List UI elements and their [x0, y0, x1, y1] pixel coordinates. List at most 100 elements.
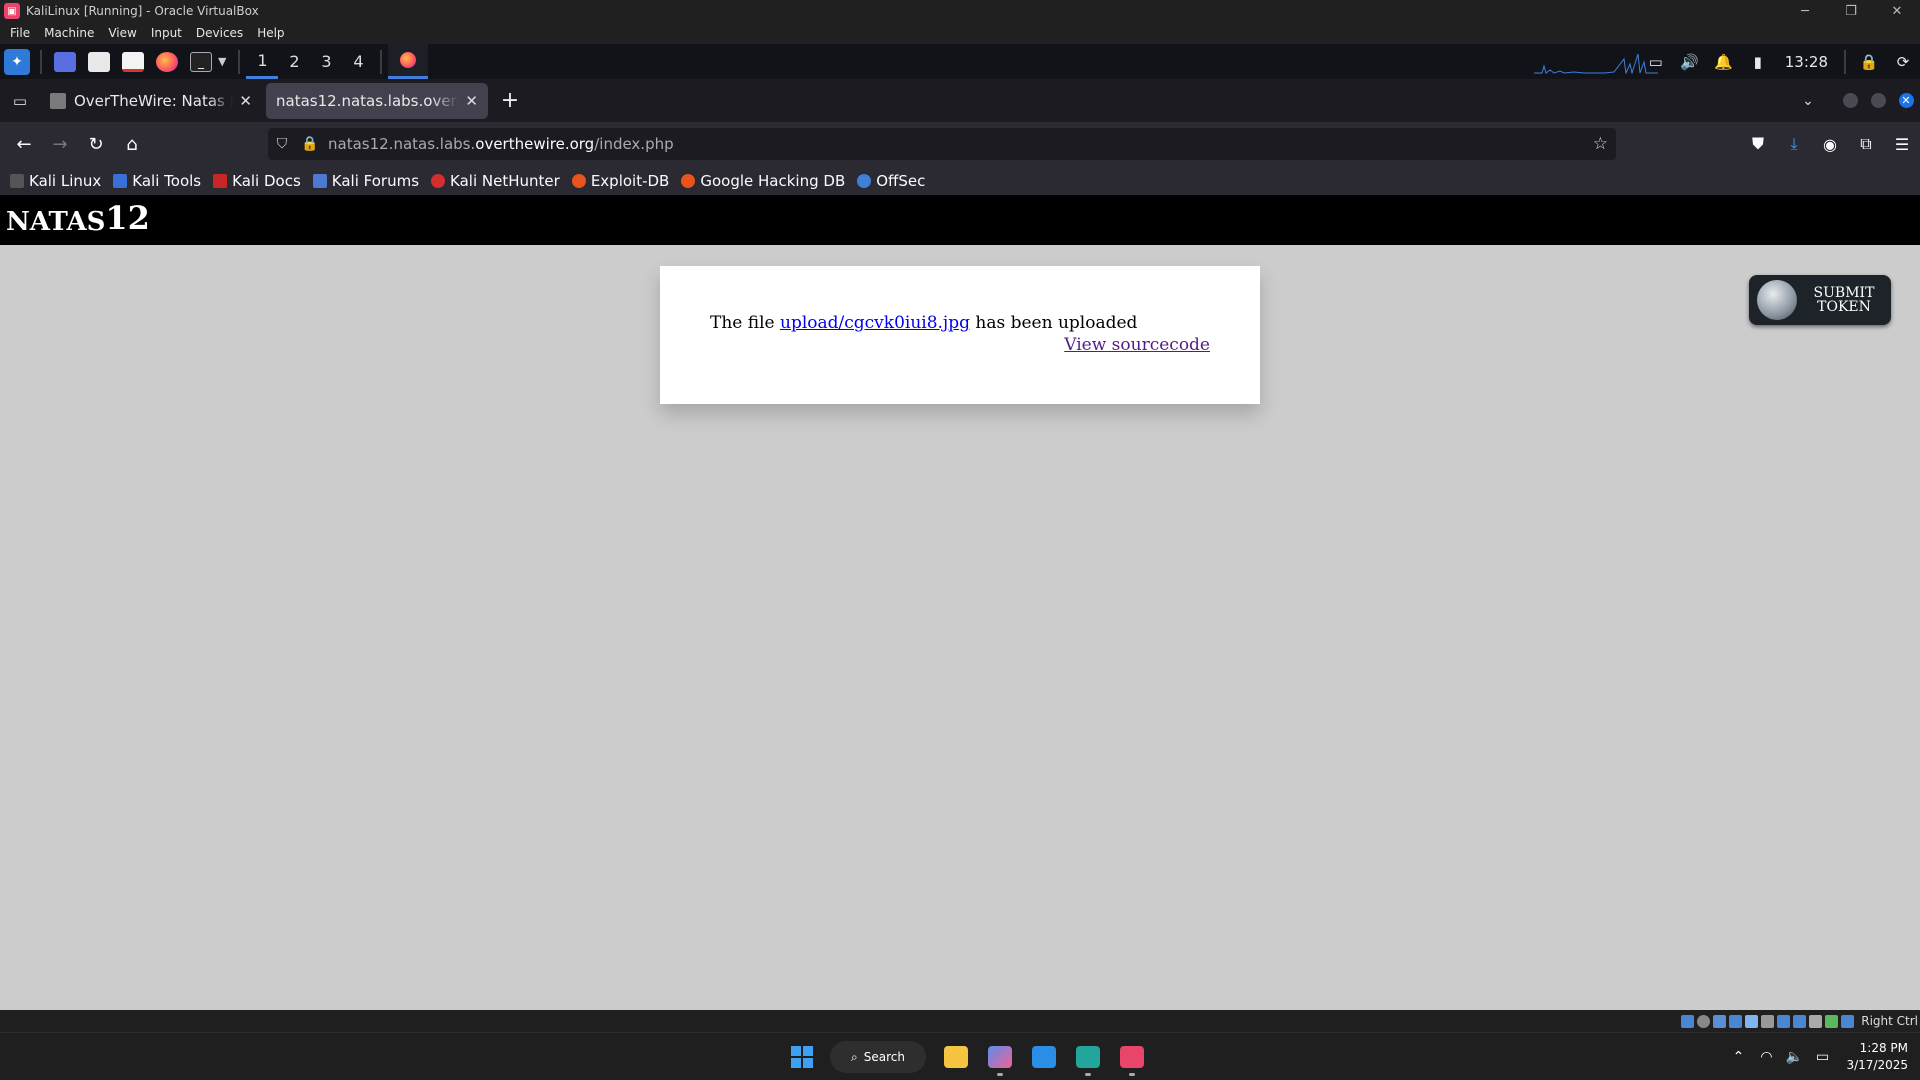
- menu-help[interactable]: Help: [257, 26, 284, 40]
- cpu-status-icon[interactable]: [1808, 1014, 1822, 1028]
- window-minimize-button[interactable]: [1836, 79, 1864, 122]
- display-status-icon[interactable]: [1776, 1014, 1790, 1028]
- panel-clock[interactable]: 13:28: [1775, 53, 1838, 71]
- terminal-icon[interactable]: _: [190, 51, 212, 72]
- display-icon[interactable]: ▭: [1639, 44, 1673, 79]
- windows-taskbar: ⌕ Search ⌃ ◠ 🔈 ▭ 1:28 PM 3/17/2025: [0, 1032, 1920, 1080]
- clock-time: 1:28 PM: [1859, 1041, 1908, 1055]
- submit-token-button[interactable]: SUBMIT TOKEN: [1749, 275, 1891, 325]
- tab-overthewire[interactable]: OverTheWire: Natas Level 13 ✕: [40, 83, 262, 119]
- logout-icon[interactable]: ⟳: [1886, 44, 1920, 79]
- audio-status-icon[interactable]: [1712, 1014, 1726, 1028]
- pocket-icon[interactable]: ⛊: [1740, 122, 1776, 166]
- tracking-shield-icon[interactable]: ⛉: [268, 136, 296, 152]
- running-indicator: [1129, 1073, 1135, 1076]
- padlock-icon[interactable]: 🔒: [296, 136, 324, 152]
- bookmark-exploit-db[interactable]: Exploit-DB: [571, 172, 669, 190]
- window-maximize-button[interactable]: [1864, 79, 1892, 122]
- workspace-4[interactable]: 4: [342, 44, 374, 79]
- taskbar-paint[interactable]: [980, 1037, 1020, 1077]
- view-sourcecode-link[interactable]: View sourcecode: [710, 335, 1210, 355]
- minimize-button[interactable]: ─: [1782, 0, 1828, 22]
- workspace-3[interactable]: 3: [310, 44, 342, 79]
- tab-natas12[interactable]: natas12.natas.labs.overthewire.org ✕: [266, 82, 488, 119]
- search-label: Search: [863, 1050, 905, 1064]
- bookmark-label: Kali Tools: [132, 171, 202, 190]
- content-box: The file upload/cgcvk0iui8.jpg has been …: [660, 266, 1260, 404]
- kali-menu-button[interactable]: ✦: [0, 44, 34, 79]
- menu-machine[interactable]: Machine: [44, 26, 94, 40]
- forward-button[interactable]: →: [42, 126, 78, 162]
- uploaded-file-link[interactable]: upload/cgcvk0iui8.jpg: [780, 313, 970, 333]
- mouse-integration-icon[interactable]: [1840, 1014, 1854, 1028]
- home-button[interactable]: ⌂: [114, 126, 150, 162]
- workspace-2[interactable]: 2: [278, 44, 310, 79]
- nethunter-icon: [431, 173, 446, 188]
- battery-icon[interactable]: ▭: [1808, 1049, 1836, 1065]
- page-title: NATAS 12: [0, 195, 1920, 245]
- menu-input[interactable]: Input: [151, 26, 182, 40]
- speaker-icon[interactable]: 🔈: [1780, 1049, 1808, 1065]
- show-desktop-icon[interactable]: [54, 51, 76, 72]
- file-manager-icon[interactable]: [88, 51, 110, 72]
- bookmark-kali-forums[interactable]: Kali Forums: [312, 172, 419, 190]
- hdd-status-icon[interactable]: [1680, 1014, 1694, 1028]
- account-icon[interactable]: ◉: [1812, 122, 1848, 166]
- taskbar-file-explorer[interactable]: [936, 1037, 976, 1077]
- kali-panel: ✦ _ ▼ 1 2 3 4 ▭ 🔊 🔔 ▮ 13:28 🔒 ⟳: [0, 44, 1920, 79]
- reload-button[interactable]: ↻: [78, 126, 114, 162]
- start-button[interactable]: [782, 1037, 822, 1077]
- bookmark-google-hacking-db[interactable]: Google Hacking DB: [681, 172, 845, 190]
- panel-separator: [1844, 49, 1846, 74]
- downloads-icon[interactable]: ⤓: [1776, 122, 1812, 166]
- taskbar-vscode[interactable]: [1024, 1037, 1064, 1077]
- system-clock[interactable]: 1:28 PM 3/17/2025: [1836, 1040, 1920, 1074]
- bookmark-label: Kali Linux: [29, 171, 102, 190]
- taskbar-search[interactable]: ⌕ Search: [830, 1041, 926, 1073]
- guest-additions-icon[interactable]: [1824, 1014, 1838, 1028]
- menu-devices[interactable]: Devices: [196, 26, 243, 40]
- bookmark-offsec[interactable]: OffSec: [857, 172, 925, 190]
- chevron-down-icon[interactable]: ▼: [218, 55, 226, 68]
- recording-status-icon[interactable]: [1792, 1014, 1806, 1028]
- close-button[interactable]: ✕: [1874, 0, 1920, 22]
- optical-drive-icon[interactable]: [1696, 1014, 1710, 1028]
- wifi-icon[interactable]: ◠: [1752, 1049, 1780, 1065]
- usb-status-icon[interactable]: [1744, 1014, 1758, 1028]
- tab-close-icon[interactable]: ✕: [465, 92, 478, 110]
- url-text[interactable]: natas12.natas.labs.overthewire.org/index…: [328, 135, 674, 153]
- volume-icon[interactable]: 🔊: [1673, 44, 1707, 79]
- battery-icon[interactable]: ▮: [1741, 44, 1775, 79]
- taskbar-vscode-insiders[interactable]: [1068, 1037, 1108, 1077]
- shared-folders-icon[interactable]: [1760, 1014, 1774, 1028]
- url-bar[interactable]: ⛉ 🔒 natas12.natas.labs.overthewire.org/i…: [268, 128, 1616, 160]
- notification-bell-icon[interactable]: 🔔: [1707, 44, 1741, 79]
- back-button[interactable]: ←: [6, 126, 42, 162]
- bookmark-kali-tools[interactable]: Kali Tools: [113, 172, 201, 190]
- window-close-button[interactable]: ✕: [1892, 79, 1920, 122]
- list-all-tabs-icon[interactable]: ⌄: [1780, 79, 1836, 122]
- taskbar-firefox-window[interactable]: [388, 44, 429, 79]
- tab-close-icon[interactable]: ✕: [239, 92, 252, 110]
- file-explorer-icon: [944, 1046, 968, 1068]
- new-tab-button[interactable]: +: [492, 83, 528, 119]
- menu-view[interactable]: View: [108, 26, 136, 40]
- extensions-icon[interactable]: ⧉: [1848, 122, 1884, 166]
- network-status-icon[interactable]: [1728, 1014, 1742, 1028]
- text-editor-icon[interactable]: [122, 51, 144, 72]
- taskbar-virtualbox[interactable]: [1112, 1037, 1152, 1077]
- restore-button[interactable]: ❐: [1828, 0, 1874, 22]
- bookmark-label: OffSec: [876, 171, 926, 190]
- app-menu-icon[interactable]: ☰: [1884, 122, 1920, 166]
- bookmark-kali-docs[interactable]: Kali Docs: [213, 172, 301, 190]
- tray-overflow-chevron-icon[interactable]: ⌃: [1724, 1049, 1752, 1065]
- bookmark-kali-linux[interactable]: Kali Linux: [10, 172, 101, 190]
- bookmark-star-icon[interactable]: ☆: [1593, 134, 1608, 154]
- bookmark-kali-nethunter[interactable]: Kali NetHunter: [431, 172, 560, 190]
- workspace-1[interactable]: 1: [246, 44, 279, 79]
- lock-icon[interactable]: 🔒: [1852, 44, 1886, 79]
- firefox-view-button[interactable]: ▭: [0, 79, 40, 122]
- menu-file[interactable]: File: [10, 26, 30, 40]
- kali-forums-icon: [312, 173, 327, 188]
- firefox-launcher-icon[interactable]: [156, 51, 178, 72]
